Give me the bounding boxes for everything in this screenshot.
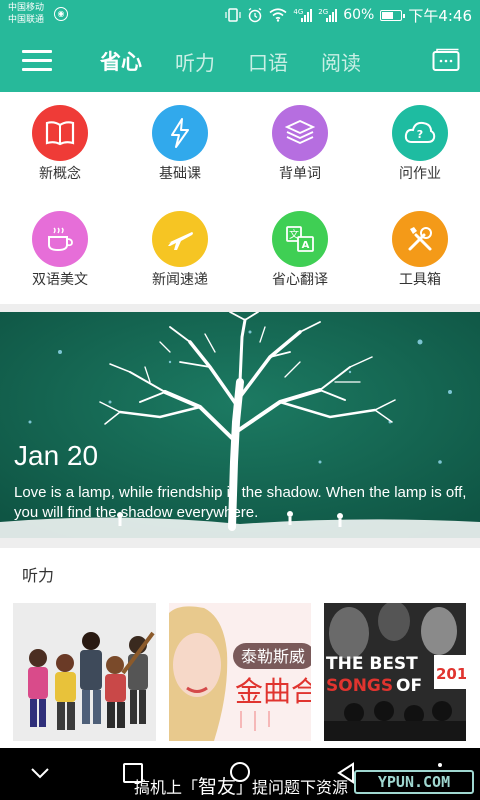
feature-label: 双语美文 [32,272,88,288]
quote-text: Love is a lamp, while friendship is the … [14,484,467,521]
network-type-2: 2G [318,8,329,16]
feature-new-concept[interactable]: 新概念 [0,92,120,198]
word-stack-icon [272,105,328,161]
best-songs-of-2016: THE BEST SONGS OF 201 [324,603,466,741]
tab-shengxin[interactable]: 省心 [100,46,142,76]
chevron-down-icon[interactable] [30,766,50,780]
feature-label: 工具箱 [399,272,441,288]
carrier-1: 中国移动 [8,3,45,13]
feature-news[interactable]: 新闻速递 [120,198,240,304]
hamburger-menu-icon[interactable] [22,50,52,72]
feature-grid: 新概念 基础课 背单词 ? 问作业 双语美文 新闻速递 文 A 省心翻译 工具箱 [0,92,480,304]
tools-icon [392,211,448,267]
svg-text:THE BEST: THE BEST [326,654,418,674]
signal-icon-2: 2G [318,8,338,22]
carrier-2: 中国联通 [8,15,45,25]
app-screen: 中国移动 中国联通 ◉ 4G 2G 60% 下午4:46 省心 听力 口语 阅读… [0,0,480,800]
book-icon [32,105,88,161]
feature-label: 背单词 [279,166,321,182]
vibrate-icon [225,8,242,22]
feature-label: 省心翻译 [272,272,328,288]
svg-text:201: 201 [436,665,466,683]
feature-label: 基础课 [159,166,201,182]
airplane-icon [152,211,208,267]
feature-label: 新概念 [39,166,81,182]
battery-percent: 60% [343,7,375,23]
sim-icon: ◉ [54,7,68,21]
feature-toolbox[interactable]: 工具箱 [360,198,480,304]
alarm-icon [249,7,262,23]
coffee-cup-icon [32,211,88,267]
section-divider [0,304,480,312]
listening-item-band[interactable] [13,603,156,741]
section-divider [0,538,480,548]
feature-translate[interactable]: 文A 省心翻译 [240,198,360,304]
signal-icon-1: 4G [293,8,313,22]
svg-text:OF: OF [396,676,422,696]
listening-section-title: 听力 [22,566,55,585]
cloud-question-icon: ? [392,105,448,161]
watermark-brand: 智友 [198,776,237,798]
translate-icon: 文A [272,211,328,267]
band-group-photo [13,603,156,741]
feature-label: 新闻速递 [152,272,208,288]
network-type-1: 4G [293,8,304,16]
watermark-suffix: 」提问题下资源 [236,778,349,797]
carrier-info: 中国移动 中国联通 [8,2,44,26]
app-bar: 省心 听力 口语 阅读 [0,30,480,92]
quote-date: Jan 20 [14,440,99,471]
watermark-prefix: 搞机上「 [134,778,199,797]
svg-text:SONGS: SONGS [326,676,393,696]
svg-text:泰勒斯威: 泰勒斯威 [241,647,305,666]
tab-speaking[interactable]: 口语 [248,47,288,76]
svg-text:A: A [302,240,310,251]
status-bar: 中国移动 中国联通 ◉ 4G 2G 60% 下午4:46 [0,0,480,30]
watermark-logo: YPUN.COM [354,770,474,794]
feature-basic-course[interactable]: 基础课 [120,92,240,198]
taylor-swift-album: 泰勒斯威 金曲合 [169,603,311,741]
clock: 下午4:46 [408,6,472,25]
status-icons: 4G 2G 60% 下午4:46 [225,5,472,25]
listening-item-taylor-swift[interactable]: 泰勒斯威 金曲合 [169,603,311,741]
svg-text:?: ? [417,128,423,141]
feature-bilingual-essays[interactable]: 双语美文 [0,198,120,304]
svg-text:金曲合: 金曲合 [235,675,311,708]
lightning-icon [152,105,208,161]
feature-label: 问作业 [399,166,441,182]
feature-vocabulary[interactable]: 背单词 [240,92,360,198]
feature-homework[interactable]: ? 问作业 [360,92,480,198]
daily-quote-banner[interactable]: Jan 20 Love is a lamp, while friendship … [0,312,480,538]
battery-icon [380,9,406,21]
tab-listening[interactable]: 听力 [175,47,215,76]
listening-item-best-songs[interactable]: THE BEST SONGS OF 201 [324,603,466,741]
watermark-text: 搞机上「智友」提问题下资源 [134,772,348,799]
tab-reading[interactable]: 阅读 [321,47,361,76]
chat-bubble-icon[interactable] [432,48,460,72]
top-tabs: 省心 听力 口语 阅读 [100,30,394,92]
wifi-icon [269,8,287,22]
